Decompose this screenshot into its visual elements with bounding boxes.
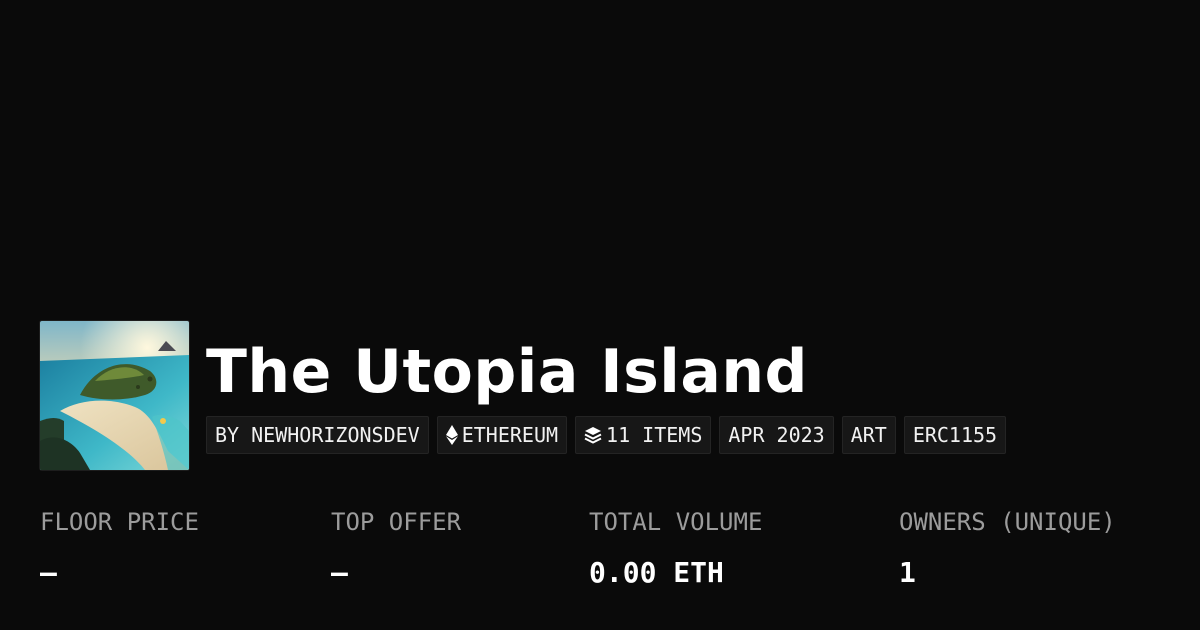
layers-icon	[584, 426, 602, 444]
creator-label: BY NEWHORIZONSDEV	[215, 423, 420, 447]
category-label: ART	[850, 423, 887, 447]
total-volume-stat: TOTAL VOLUME 0.00 ETH	[589, 506, 762, 590]
chain-label: ETHEREUM	[461, 423, 559, 447]
category-chip[interactable]: ART	[841, 416, 896, 454]
creator-chip[interactable]: BY NEWHORIZONSDEV	[206, 416, 429, 454]
items-label: 11 ITEMS	[606, 423, 703, 447]
total-volume-value: 0.00 ETH	[589, 556, 724, 589]
owners-value: 1	[899, 556, 916, 589]
collection-meta-chips: BY NEWHORIZONSDEV ETHEREUM 11 ITEMS APR …	[206, 416, 1007, 454]
date-chip: APR 2023	[719, 416, 834, 454]
date-label: APR 2023	[728, 423, 825, 447]
collection-title: The Utopia Island	[206, 337, 808, 407]
top-offer-value: —	[331, 556, 348, 589]
collection-thumbnail	[40, 321, 189, 470]
total-volume-label: TOTAL VOLUME	[589, 508, 763, 536]
owners-label: OWNERS (UNIQUE)	[899, 508, 1116, 536]
items-chip[interactable]: 11 ITEMS	[575, 416, 712, 454]
top-offer-label: TOP OFFER	[331, 508, 462, 536]
owners-stat: OWNERS (UNIQUE) 1	[899, 506, 1116, 590]
floor-price-value: —	[40, 556, 57, 589]
top-offer-stat: TOP OFFER —	[331, 506, 461, 590]
ethereum-icon	[445, 425, 458, 445]
token-standard-chip: ERC1155	[903, 416, 1007, 454]
chain-chip[interactable]: ETHEREUM	[436, 416, 568, 454]
token-standard-label: ERC1155	[912, 423, 998, 447]
floor-price-stat: FLOOR PRICE —	[40, 506, 199, 590]
floor-price-label: FLOOR PRICE	[40, 508, 199, 536]
